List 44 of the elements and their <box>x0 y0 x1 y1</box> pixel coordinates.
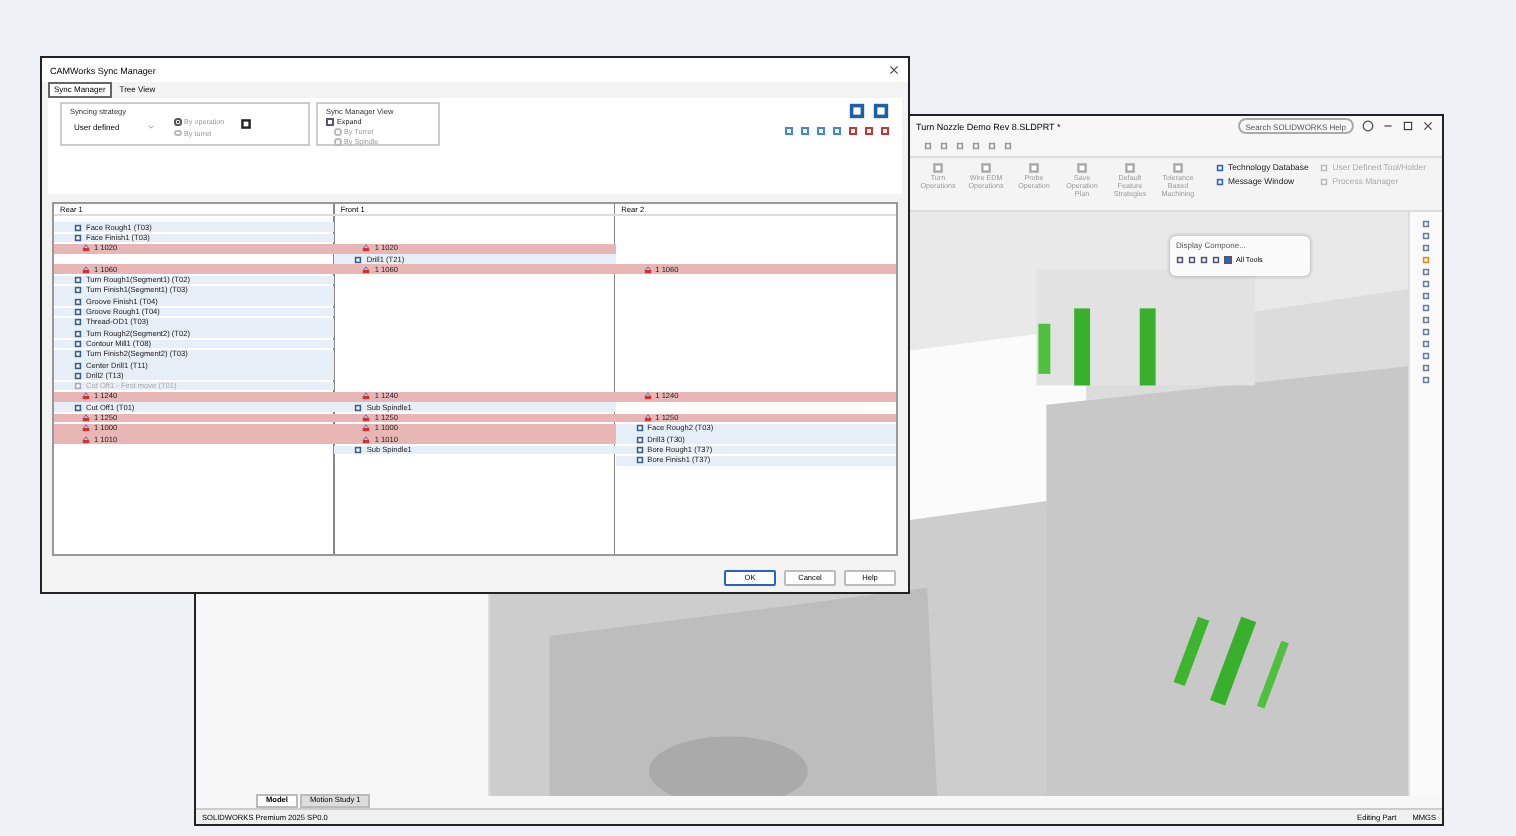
help-icon[interactable] <box>1362 120 1374 132</box>
operation-icon <box>354 445 363 454</box>
toolbar-icon <box>988 142 996 150</box>
display-icon <box>1200 256 1208 264</box>
toolbar-icon <box>972 142 980 150</box>
view-tool-icon <box>1422 232 1430 240</box>
toolbar-icon <box>1004 142 1012 150</box>
view-tool-icon <box>1422 376 1430 384</box>
tool-icon <box>816 126 826 136</box>
view-tool-icon <box>1422 328 1430 336</box>
view-tool-icon <box>1422 304 1430 312</box>
checkbox[interactable] <box>1224 256 1232 264</box>
ribbon-icon <box>1320 177 1329 185</box>
tool-icon <box>800 126 810 136</box>
display-icon <box>1188 256 1196 264</box>
ribbon-icon <box>1320 163 1329 171</box>
view-tool-icon <box>1422 292 1430 300</box>
view-tool-icon <box>1422 220 1430 228</box>
caret-icon <box>148 124 154 130</box>
ribbon-icon <box>1216 177 1224 185</box>
display-icon <box>1212 256 1220 264</box>
toolbar-icon <box>940 142 948 150</box>
toolbar-icon <box>924 142 932 150</box>
toolbar-icon <box>956 142 964 150</box>
view-tool-icon <box>1422 256 1430 264</box>
close-icon[interactable] <box>888 64 900 76</box>
view-tool-icon <box>1422 280 1430 288</box>
view-tool-icon <box>1422 352 1430 360</box>
display-icon <box>1176 256 1184 264</box>
operation-icon <box>74 403 82 412</box>
tool-icon <box>864 126 874 136</box>
view-tool-icon <box>1422 244 1430 252</box>
operation-icon <box>354 403 363 412</box>
tool-icon <box>784 126 794 136</box>
view-tool-icon <box>1422 340 1430 348</box>
view-tool-icon <box>1422 268 1430 276</box>
tool-icon <box>848 126 858 136</box>
view-tool-icon <box>1422 316 1430 324</box>
tool-icon <box>880 126 890 136</box>
close-icon[interactable] <box>1422 120 1434 132</box>
tool-icon <box>832 126 842 136</box>
operation-icon <box>354 255 363 264</box>
ribbon-icon <box>1216 163 1224 171</box>
view-tool-icon <box>1422 364 1430 372</box>
